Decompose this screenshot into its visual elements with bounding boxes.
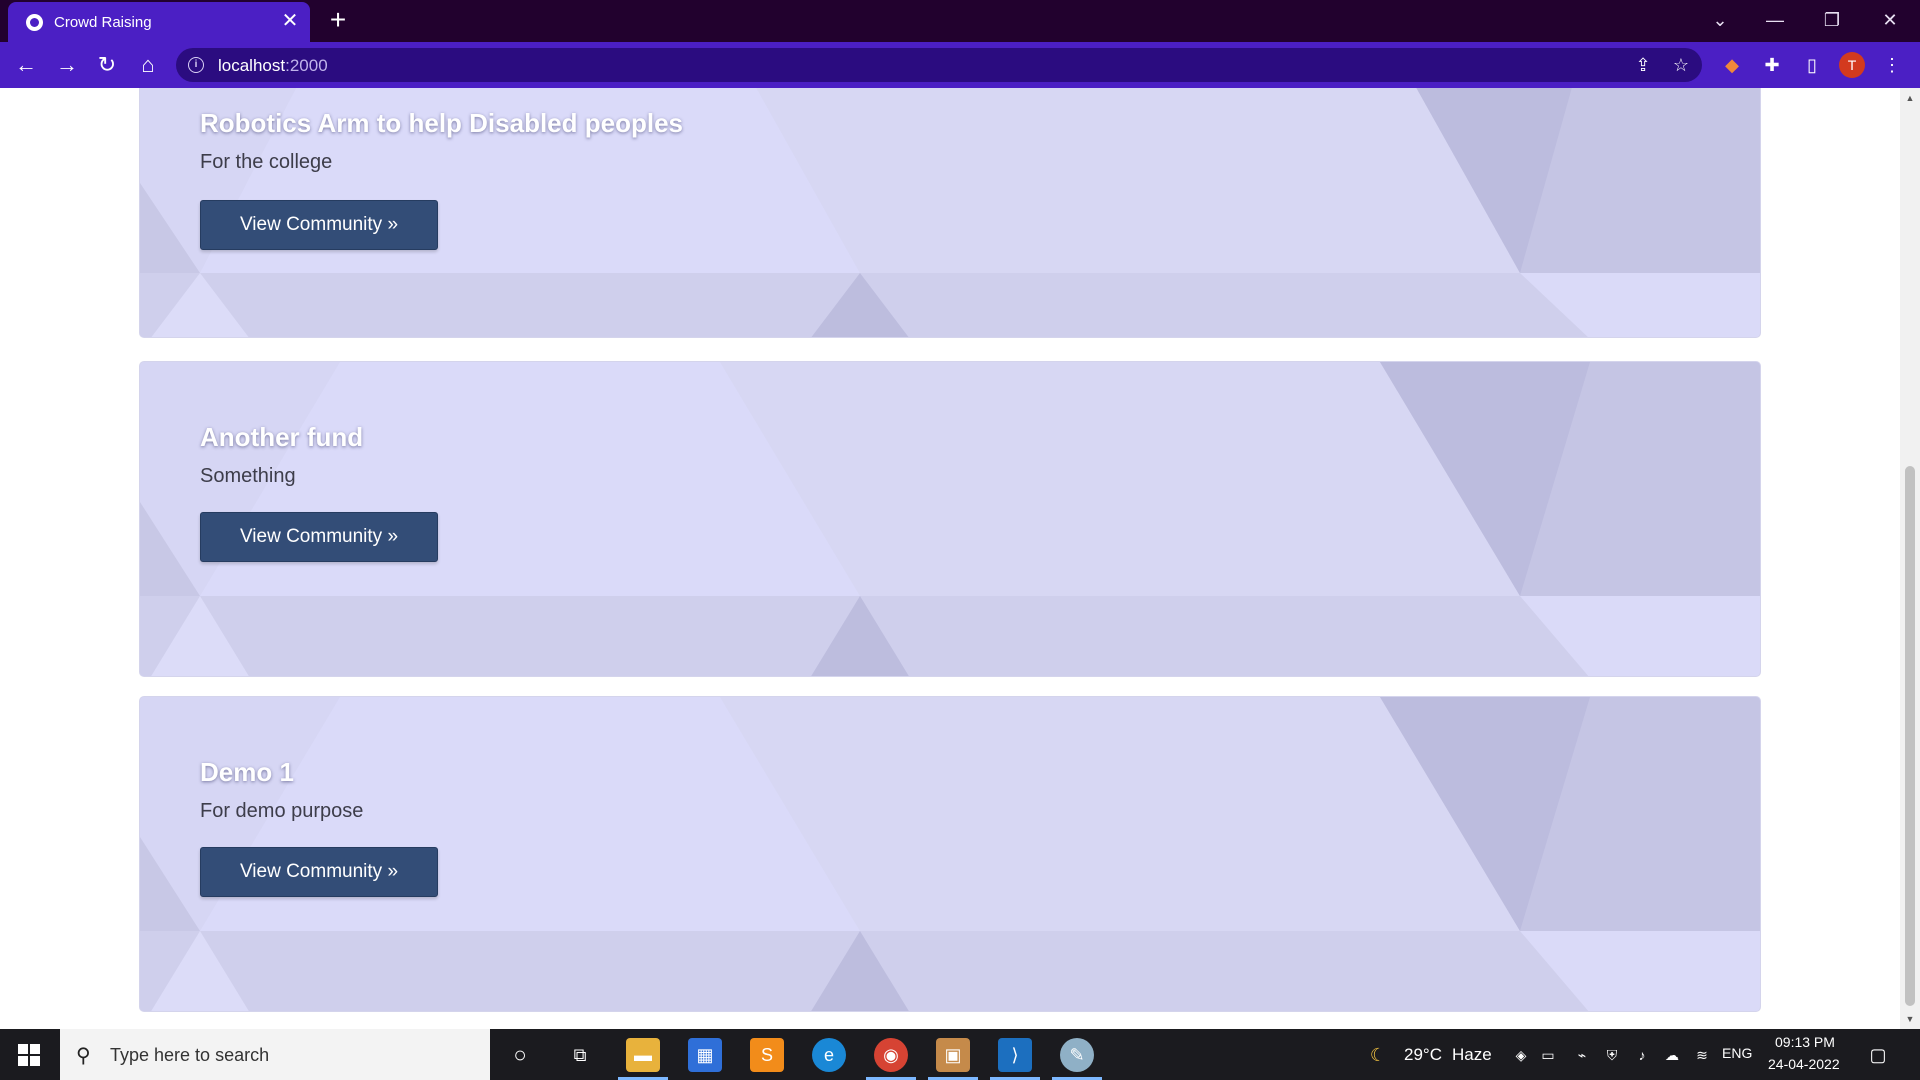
- wifi-icon[interactable]: ≋: [1692, 1045, 1712, 1065]
- windows-start-icon[interactable]: [18, 1044, 40, 1066]
- url-host: localhost: [218, 56, 286, 75]
- sublime-text-icon[interactable]: S: [750, 1038, 784, 1072]
- share-icon[interactable]: ⇪: [1632, 54, 1654, 76]
- cortana-icon[interactable]: ○: [503, 1038, 537, 1072]
- extensions-puzzle-icon[interactable]: ✚: [1760, 53, 1784, 77]
- edge-browser-icon[interactable]: e: [812, 1038, 846, 1072]
- view-community-button[interactable]: View Community »: [200, 847, 438, 897]
- bookmark-star-icon[interactable]: ☆: [1670, 54, 1692, 76]
- browser-toolbar: ← → ↻ ⌂ i localhost:2000 ⇪ ☆ ◆ ✚ ▯ T ⋮: [0, 42, 1920, 88]
- browser-tab[interactable]: Crowd Raising ✕: [8, 2, 310, 42]
- metamask-extension-icon[interactable]: ◆: [1720, 53, 1744, 77]
- reload-button[interactable]: ↻: [93, 51, 121, 79]
- scrollbar-thumb[interactable]: [1905, 466, 1915, 1006]
- browser-tab-strip: Crowd Raising ✕ + ⌄ — ❐ ✕: [0, 0, 1920, 42]
- battery-icon[interactable]: ▭: [1538, 1045, 1558, 1065]
- security-shield-icon[interactable]: ◈: [1511, 1045, 1531, 1065]
- card-description: For the college: [200, 151, 333, 173]
- card-description: Something: [200, 465, 296, 487]
- task-view-icon[interactable]: ⧉: [563, 1038, 597, 1072]
- site-info-icon[interactable]: i: [188, 57, 204, 73]
- fund-card: Another fund Something View Community »: [139, 361, 1761, 677]
- volume-icon[interactable]: ♪: [1632, 1045, 1652, 1065]
- fund-card: Demo 1 For demo purpose View Community »: [139, 696, 1761, 1012]
- weather-temperature[interactable]: 29°C: [1404, 1045, 1442, 1065]
- globe-icon: [26, 14, 43, 31]
- close-tab-icon[interactable]: ✕: [280, 11, 300, 31]
- vertical-scrollbar[interactable]: ▲ ▼: [1900, 88, 1920, 1029]
- weather-moon-icon[interactable]: ☾: [1368, 1045, 1388, 1065]
- view-community-button[interactable]: View Community »: [200, 200, 438, 250]
- browser-menu-icon[interactable]: ⋮: [1880, 53, 1904, 77]
- scroll-up-arrow-icon[interactable]: ▲: [1900, 90, 1920, 106]
- network-shield-icon[interactable]: ⛨: [1602, 1045, 1622, 1065]
- side-panel-icon[interactable]: ▯: [1800, 53, 1824, 77]
- chrome-browser-icon[interactable]: ◉: [874, 1038, 908, 1072]
- profile-avatar[interactable]: T: [1839, 52, 1865, 78]
- back-button[interactable]: ←: [12, 51, 40, 79]
- weather-description[interactable]: Haze: [1452, 1045, 1492, 1065]
- tab-title: Crowd Raising: [54, 14, 152, 31]
- input-language[interactable]: ENG: [1722, 1045, 1752, 1061]
- taskbar-search-box[interactable]: ⚲ Type here to search: [60, 1029, 490, 1080]
- action-center-icon[interactable]: ▢: [1868, 1045, 1888, 1065]
- url-port: :2000: [285, 56, 328, 75]
- scroll-down-arrow-icon[interactable]: ▼: [1900, 1011, 1920, 1027]
- taskbar-search-placeholder: Type here to search: [110, 1045, 270, 1065]
- minimize-button[interactable]: —: [1755, 6, 1795, 34]
- microsoft-store-icon[interactable]: ▦: [688, 1038, 722, 1072]
- address-bar[interactable]: i localhost:2000 ⇪ ☆: [176, 48, 1702, 82]
- card-title: Demo 1: [200, 757, 294, 787]
- vscode-icon[interactable]: ⟩: [998, 1038, 1032, 1072]
- card-title: Robotics Arm to help Disabled peoples: [200, 108, 683, 138]
- restore-button[interactable]: ❐: [1812, 6, 1852, 34]
- windows-taskbar: ⚲ Type here to search ○ ⧉ ▬ ▦ S e ◉ ▣ ⟩ …: [0, 1029, 1920, 1080]
- card-description: For demo purpose: [200, 800, 364, 822]
- cloud-offline-icon[interactable]: ☁: [1662, 1045, 1682, 1065]
- search-icon: ⚲: [76, 1045, 91, 1067]
- paint-app-icon[interactable]: ✎: [1060, 1038, 1094, 1072]
- card-title: Another fund: [200, 422, 364, 452]
- url-text[interactable]: localhost:2000: [218, 56, 328, 76]
- fund-card: Robotics Arm to help Disabled peoples Fo…: [139, 88, 1761, 338]
- close-window-button[interactable]: ✕: [1870, 6, 1910, 34]
- notification-toggle-icon[interactable]: ⌁: [1572, 1045, 1592, 1065]
- forward-button[interactable]: →: [53, 51, 81, 79]
- file-explorer-icon[interactable]: ▬: [626, 1038, 660, 1072]
- package-app-icon[interactable]: ▣: [936, 1038, 970, 1072]
- tab-search-icon[interactable]: ⌄: [1700, 6, 1740, 34]
- view-community-button[interactable]: View Community »: [200, 512, 438, 562]
- new-tab-button[interactable]: +: [324, 6, 352, 34]
- page-viewport: Robotics Arm to help Disabled peoples Fo…: [0, 88, 1900, 1029]
- home-button[interactable]: ⌂: [134, 51, 162, 79]
- clock-date[interactable]: 24-04-2022: [1768, 1056, 1840, 1072]
- clock-time[interactable]: 09:13 PM: [1775, 1034, 1835, 1050]
